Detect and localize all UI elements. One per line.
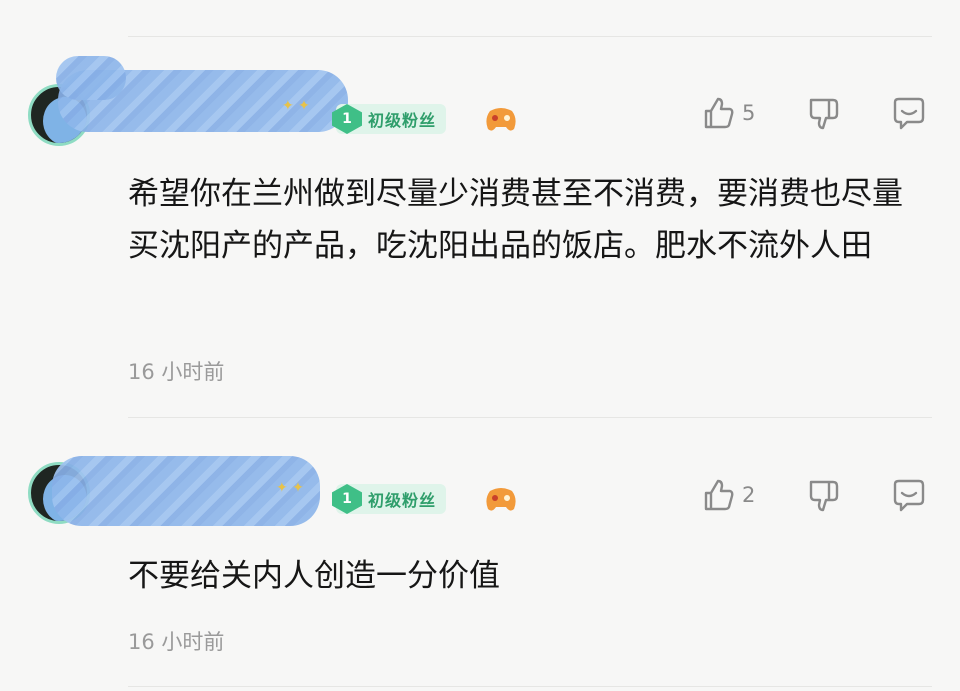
sparkle-icon: ✦ ✦	[282, 98, 310, 114]
top-divider	[128, 36, 932, 37]
comment-timestamp: 16 小时前	[128, 630, 225, 654]
redacted-scribble	[56, 56, 126, 100]
thumbs-up-icon	[704, 97, 734, 129]
bottom-divider	[128, 686, 932, 687]
gamepad-icon	[486, 488, 516, 511]
comment-text: 希望你在兰州做到尽量少消费甚至不消费，要消费也尽量买沈阳产的产品，吃沈阳出品的饭…	[128, 176, 903, 264]
like-count: 5	[742, 101, 756, 125]
fan-level-badge[interactable]: 1 初级粉丝	[332, 104, 447, 134]
like-button[interactable]: 5	[702, 96, 755, 130]
level-icon: 1	[332, 104, 362, 134]
dislike-button[interactable]	[806, 478, 842, 514]
fan-level-label: 初级粉丝	[368, 491, 437, 510]
fan-level-badge[interactable]: 1 初级粉丝	[332, 484, 447, 514]
thumbs-down-icon	[809, 98, 839, 130]
reply-button[interactable]	[891, 478, 927, 514]
comment-divider	[128, 417, 932, 418]
reply-button[interactable]	[891, 96, 927, 132]
thumbs-down-icon	[809, 480, 839, 512]
fan-level-label: 初级粉丝	[368, 111, 437, 130]
sparkle-icon: ✦ ✦	[276, 480, 304, 496]
comment-icon	[893, 479, 925, 512]
thumbs-up-icon	[704, 479, 734, 511]
like-button[interactable]: 2	[702, 478, 755, 512]
comment-text: 不要给关内人创造一分价值	[128, 558, 500, 594]
level-icon: 1	[332, 484, 362, 514]
comment-timestamp: 16 小时前	[128, 360, 225, 384]
dislike-button[interactable]	[806, 96, 842, 132]
like-count: 2	[742, 483, 756, 507]
gamepad-icon	[486, 108, 516, 131]
comment-icon	[893, 97, 925, 130]
